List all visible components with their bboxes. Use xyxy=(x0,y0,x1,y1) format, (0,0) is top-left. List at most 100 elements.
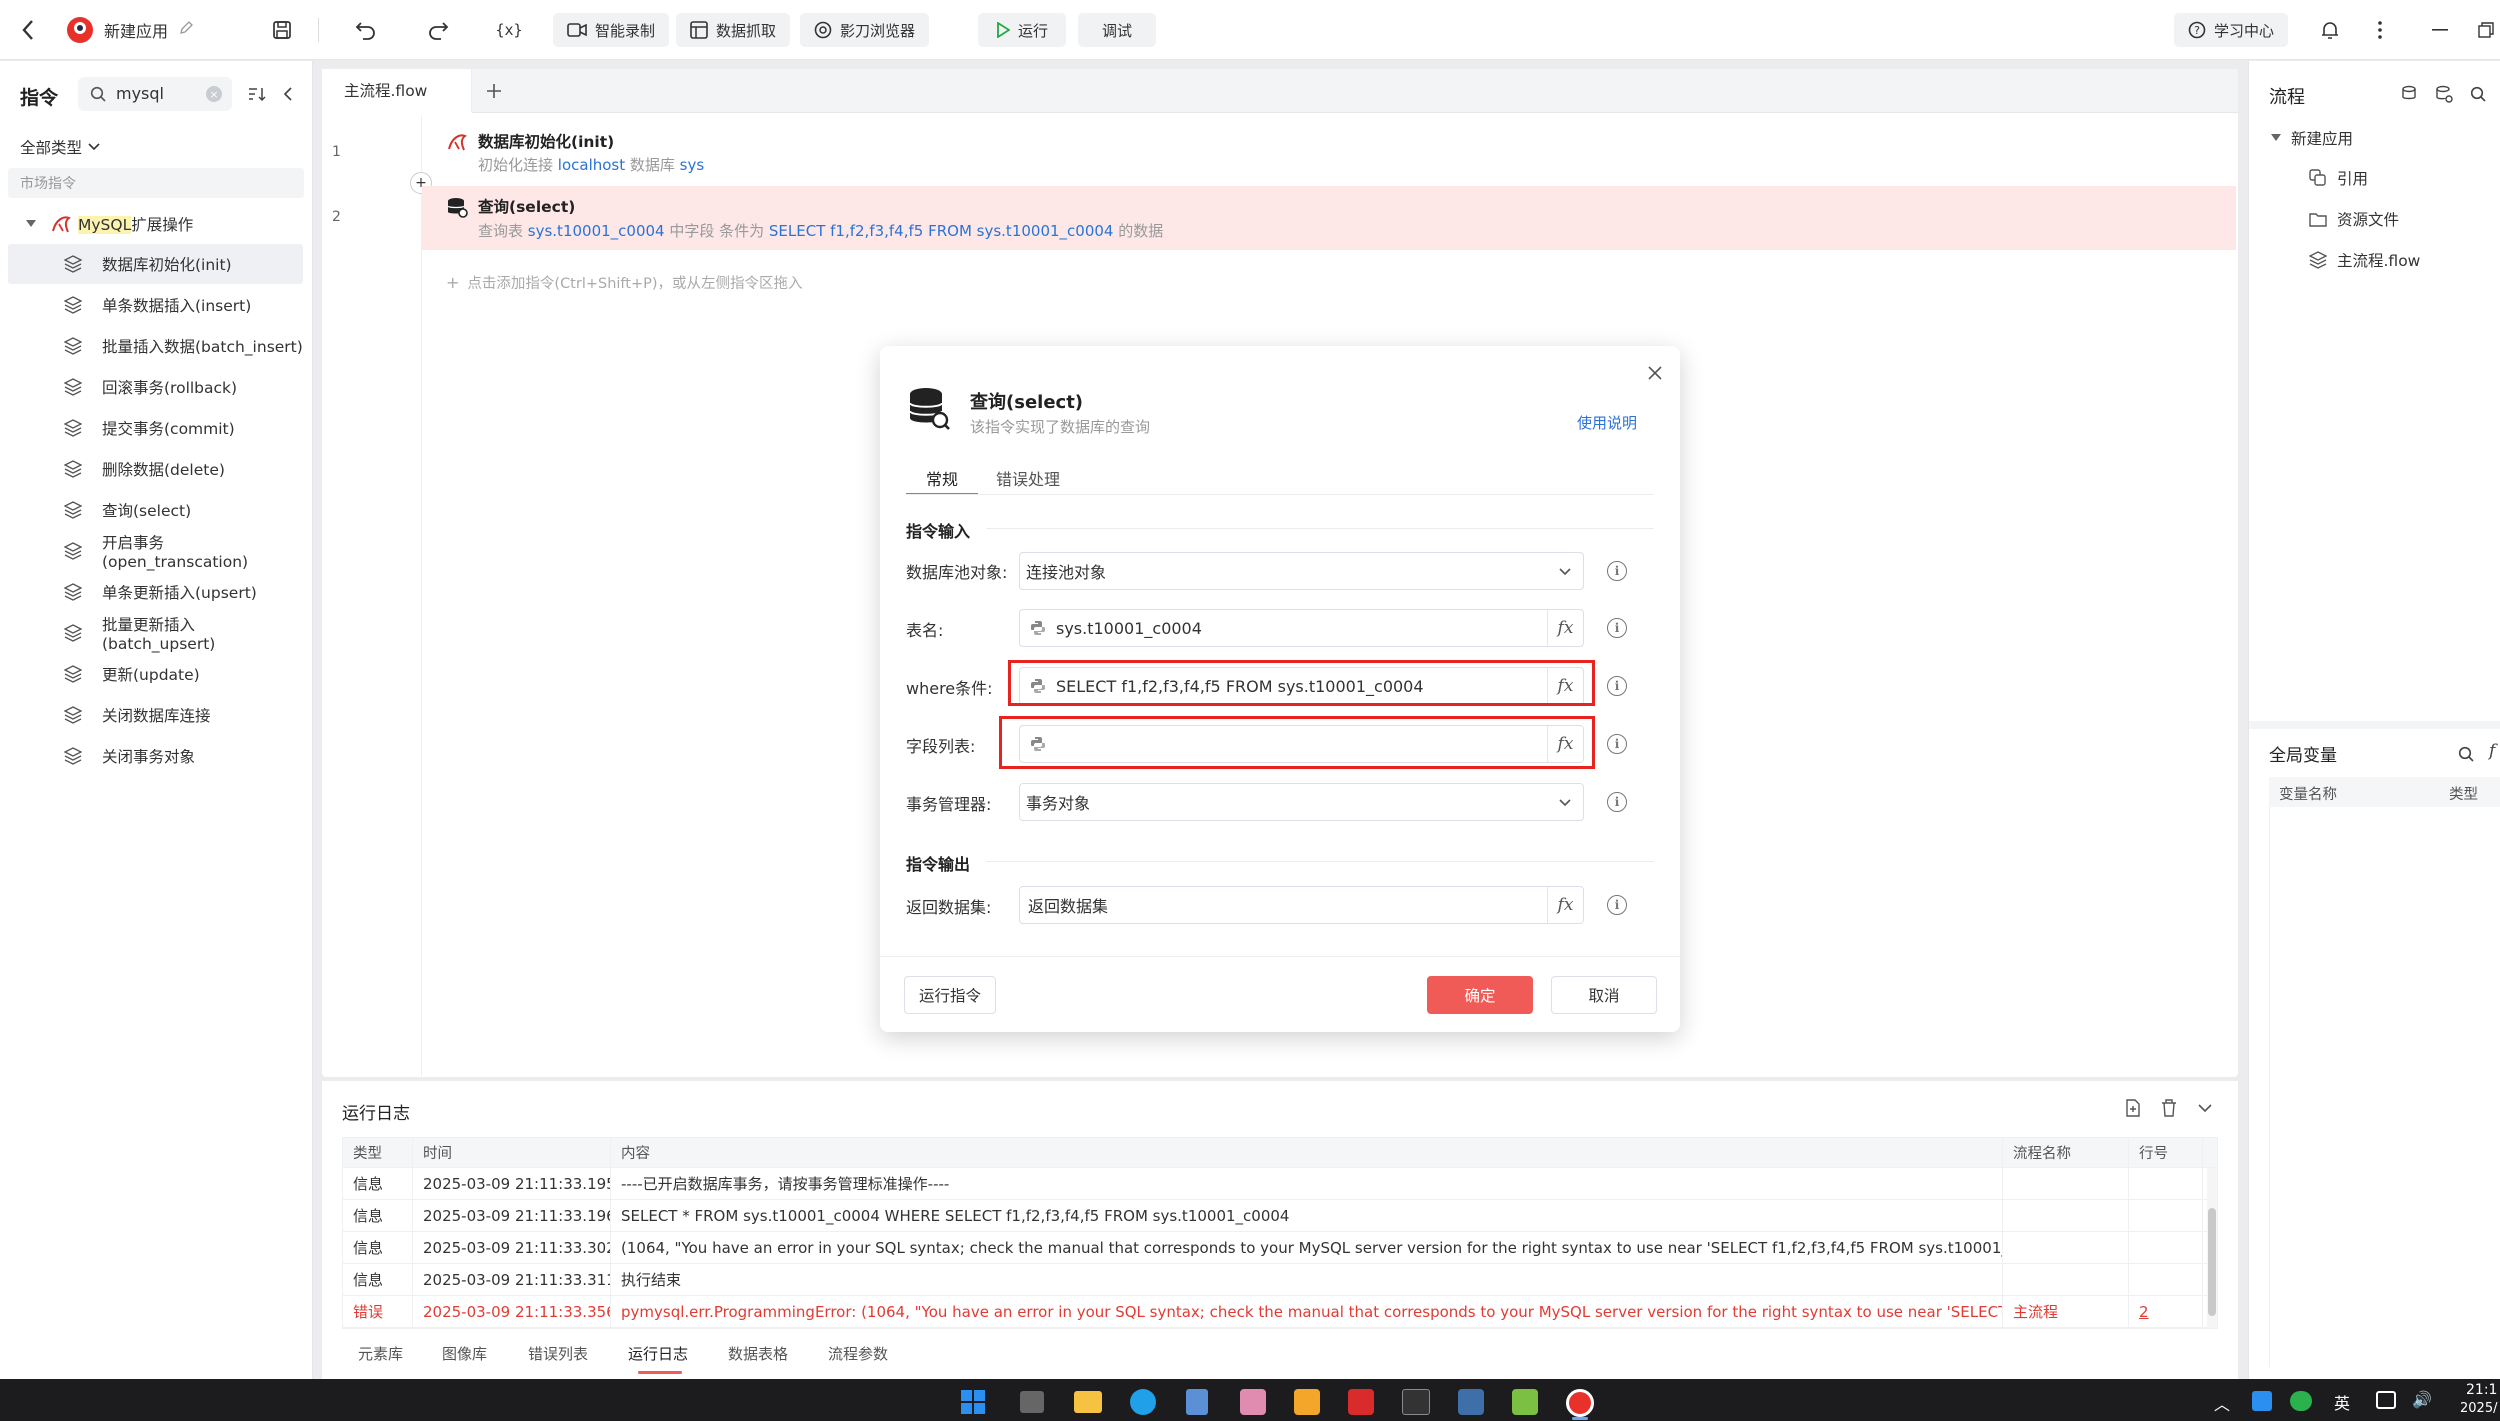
browser-button[interactable]: 影刀浏览器 xyxy=(800,13,930,47)
smart-record-button[interactable]: 智能录制 xyxy=(553,13,670,47)
command-item[interactable]: 回滚事务(rollback) xyxy=(8,367,303,407)
command-item[interactable]: 删除数据(delete) xyxy=(8,449,303,489)
log-row[interactable]: 信息 2025-03-09 21:11:33.196 SELECT * FROM s… xyxy=(343,1200,2217,1232)
close-icon[interactable] xyxy=(1644,362,1666,384)
collapse-sidebar-icon[interactable] xyxy=(278,83,298,105)
network-icon[interactable] xyxy=(2376,1391,2396,1409)
flow-tree-resources[interactable]: 资源文件 xyxy=(2309,208,2399,230)
volume-icon[interactable]: 🔊 xyxy=(2412,1390,2432,1409)
taskview-icon[interactable] xyxy=(1020,1391,1044,1413)
command-item[interactable]: 批量插入数据(batch_insert) xyxy=(8,326,303,366)
flow-tree-ref[interactable]: 引用 xyxy=(2309,167,2368,189)
log-row[interactable]: 信息 2025-03-09 21:11:33.195 ----已开启数据库事务，请按… xyxy=(343,1168,2217,1200)
table-input[interactable]: sys.t10001_c0004 fx xyxy=(1019,609,1584,647)
run-command-button[interactable]: 运行指令 xyxy=(904,976,996,1014)
command-item[interactable]: 关闭事务对象 xyxy=(8,736,303,776)
pool-info-icon[interactable]: i xyxy=(1607,561,1627,581)
tray-chevron-icon[interactable]: ︿ xyxy=(2214,1391,2230,1415)
more-icon[interactable] xyxy=(2370,18,2390,42)
add-tab-icon[interactable] xyxy=(482,79,506,103)
debug-button[interactable]: 调试 xyxy=(1078,13,1157,47)
ret-info-icon[interactable]: i xyxy=(1607,895,1627,915)
add-command-hint[interactable]: + 点击添加指令(Ctrl+Shift+P)，或从左侧指令区拖入 xyxy=(446,272,803,293)
collapse-panel-icon[interactable] xyxy=(2194,1097,2216,1119)
flow-step-init[interactable]: 数据库初始化(init) 初始化连接 localhost 数据库 sys xyxy=(422,121,2236,183)
input-language[interactable]: 英 xyxy=(2334,1390,2350,1414)
confirm-button[interactable]: 确定 xyxy=(1427,976,1533,1014)
app-icon[interactable] xyxy=(1240,1389,1266,1415)
fields-info-icon[interactable]: i xyxy=(1607,734,1627,754)
calculator-icon[interactable] xyxy=(1186,1389,1208,1415)
command-item[interactable]: 单条数据插入(insert) xyxy=(8,285,303,325)
run-button[interactable]: 运行 xyxy=(978,13,1067,47)
table-info-icon[interactable]: i xyxy=(1607,618,1627,638)
bottom-tab[interactable]: 流程参数 xyxy=(828,1343,888,1364)
explorer-icon[interactable] xyxy=(1074,1391,1102,1413)
flow-settings-icon[interactable] xyxy=(2399,83,2421,105)
yingdao-icon[interactable] xyxy=(1566,1389,1594,1417)
tab-error-handling[interactable]: 错误处理 xyxy=(996,466,1060,490)
app-icon[interactable] xyxy=(1512,1389,1538,1415)
learning-center-button[interactable]: ? 学习中心 xyxy=(2174,13,2289,47)
flow-search-icon[interactable] xyxy=(2467,83,2489,105)
database-tool-icon[interactable] xyxy=(1458,1389,1484,1415)
redo-icon[interactable] xyxy=(426,18,450,42)
tab-general[interactable]: 常规 xyxy=(926,466,958,490)
category-mysql[interactable]: MySQL扩展操作 xyxy=(8,204,304,244)
pool-select[interactable]: 连接池对象 xyxy=(1019,552,1584,590)
cancel-button[interactable]: 取消 xyxy=(1551,976,1657,1014)
command-search-box[interactable]: mysql × xyxy=(78,77,232,111)
app-icon[interactable] xyxy=(1294,1389,1320,1415)
windows-start-icon[interactable] xyxy=(960,1389,986,1415)
command-item[interactable]: 查询(select) xyxy=(8,490,303,530)
sort-icon[interactable] xyxy=(246,83,268,105)
flow-tree-app[interactable]: 新建应用 xyxy=(2271,127,2353,149)
log-scrollbar-thumb[interactable] xyxy=(2208,1208,2216,1316)
data-capture-button[interactable]: 数据抓取 xyxy=(676,13,791,47)
log-scrollbar[interactable] xyxy=(2207,1168,2217,1328)
market-commands-bar[interactable]: 市场指令 xyxy=(8,168,304,198)
fx-icon[interactable]: fx xyxy=(1547,887,1583,923)
tx-info-icon[interactable]: i xyxy=(1607,792,1627,812)
type-filter-dropdown[interactable]: 全部类型 xyxy=(20,136,100,158)
command-item[interactable]: 数据库初始化(init) xyxy=(8,244,303,284)
edit-icon[interactable] xyxy=(178,20,194,36)
bottom-tab[interactable]: 数据表格 xyxy=(728,1343,788,1364)
usage-help-link[interactable]: 使用说明 xyxy=(1577,412,1637,433)
command-item[interactable]: 关闭数据库连接 xyxy=(8,695,303,735)
wps-icon[interactable] xyxy=(1348,1389,1374,1415)
command-item[interactable]: 更新(update) xyxy=(8,654,303,694)
undo-icon[interactable] xyxy=(354,18,378,42)
log-row[interactable]: 信息 2025-03-09 21:11:33.311 执行结束 xyxy=(343,1264,2217,1296)
export-icon[interactable] xyxy=(2122,1097,2144,1119)
maximize-icon[interactable] xyxy=(2474,18,2498,42)
command-search-input[interactable]: mysql xyxy=(116,84,164,103)
bottom-tab[interactable]: 元素库 xyxy=(358,1343,403,1364)
terminal-icon[interactable] xyxy=(1402,1389,1430,1415)
command-item[interactable]: 批量更新插入(batch_upsert) xyxy=(8,613,303,653)
flow-step-select[interactable]: 查询(select) 查询表 sys.t10001_c0004 中字段 条件为 … xyxy=(422,186,2236,250)
tx-select[interactable]: 事务对象 xyxy=(1019,783,1584,821)
wechat-icon[interactable] xyxy=(2290,1391,2312,1411)
save-icon[interactable] xyxy=(270,18,294,42)
var-search-icon[interactable] xyxy=(2455,743,2477,765)
flow-config-icon[interactable] xyxy=(2433,83,2455,105)
back-icon[interactable] xyxy=(18,18,38,42)
edge-icon[interactable] xyxy=(1130,1389,1156,1415)
bottom-tab[interactable]: 错误列表 xyxy=(528,1343,588,1364)
fx-icon[interactable]: f xyxy=(2489,741,2495,761)
clear-search-icon[interactable]: × xyxy=(206,86,222,102)
bottom-tab[interactable]: 运行日志 xyxy=(628,1343,688,1364)
variable-icon[interactable]: {x} xyxy=(494,18,524,42)
bell-icon[interactable] xyxy=(2318,18,2342,42)
minimize-icon[interactable] xyxy=(2428,18,2452,42)
bottom-tab[interactable]: 图像库 xyxy=(442,1343,487,1364)
command-item[interactable]: 单条更新插入(upsert) xyxy=(8,572,303,612)
where-info-icon[interactable]: i xyxy=(1607,676,1627,696)
tray-app-icon[interactable] xyxy=(2252,1391,2272,1411)
command-item[interactable]: 开启事务(open_transcation) xyxy=(8,531,303,571)
ret-input[interactable]: 返回数据集 fx xyxy=(1019,886,1584,924)
command-item[interactable]: 提交事务(commit) xyxy=(8,408,303,448)
log-row[interactable]: 信息 2025-03-09 21:11:33.302 (1064, "You hav… xyxy=(343,1232,2217,1264)
tab-main-flow[interactable]: 主流程.flow xyxy=(322,69,472,113)
